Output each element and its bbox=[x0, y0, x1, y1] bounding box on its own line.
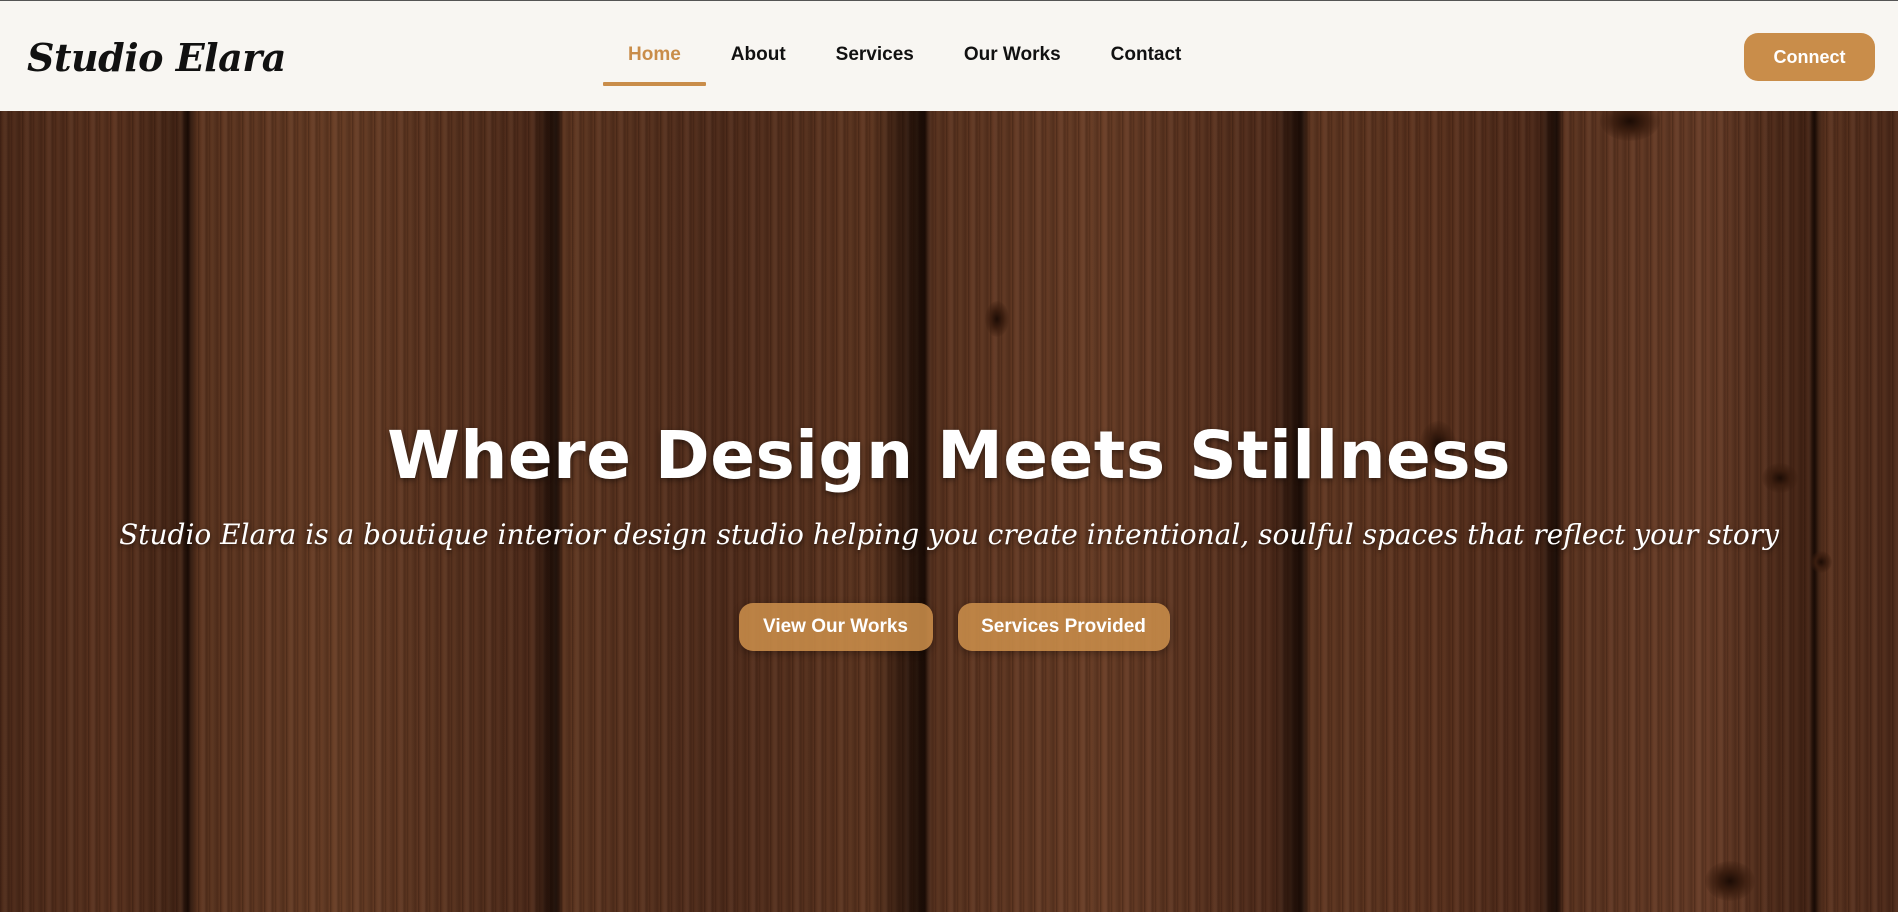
hero-content: Where Design Meets Stillness Studio Elar… bbox=[0, 111, 1898, 912]
nav-item-home[interactable]: Home bbox=[603, 1, 706, 111]
brand-logo[interactable]: Studio Elara bbox=[27, 35, 286, 80]
connect-button[interactable]: Connect bbox=[1744, 33, 1875, 81]
nav-item-about[interactable]: About bbox=[706, 1, 811, 111]
site-header: Studio Elara Home About Services Our Wor… bbox=[0, 1, 1898, 111]
hero-subtitle: Studio Elara is a boutique interior desi… bbox=[119, 518, 1779, 551]
hero-buttons: View Our Works Services Provided bbox=[0, 603, 1898, 651]
hero-section: Where Design Meets Stillness Studio Elar… bbox=[0, 111, 1898, 912]
main-nav: Home About Services Our Works Contact bbox=[603, 1, 1206, 111]
view-our-works-button[interactable]: View Our Works bbox=[738, 603, 933, 651]
nav-item-our-works[interactable]: Our Works bbox=[939, 1, 1086, 111]
nav-item-contact[interactable]: Contact bbox=[1086, 1, 1207, 111]
services-provided-button[interactable]: Services Provided bbox=[957, 603, 1170, 651]
nav-item-services[interactable]: Services bbox=[811, 1, 939, 111]
hero-title: Where Design Meets Stillness bbox=[387, 417, 1511, 494]
